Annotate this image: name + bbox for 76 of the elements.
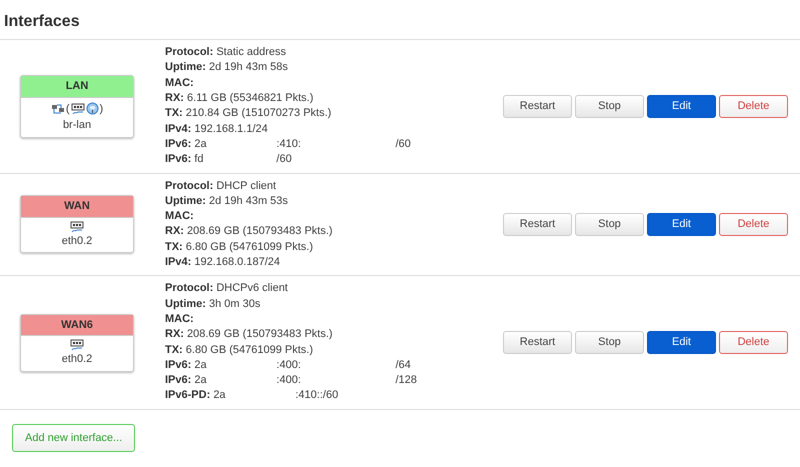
detail-value: 208.69 GB (150793483 Pkts.) — [187, 224, 333, 240]
stop-button[interactable]: Stop — [575, 331, 644, 354]
detail-value: :400: — [276, 358, 302, 373]
detail-value: 2a — [194, 373, 208, 388]
delete-button[interactable]: Delete — [719, 212, 788, 236]
detail-label: IPv6: — [165, 138, 192, 150]
detail-value: 192.168.0.187/24 — [194, 255, 280, 270]
interface-name: WAN — [21, 196, 133, 218]
detail-value: DHCPv6 client — [216, 281, 289, 296]
interface-name: WAN6 — [21, 314, 133, 336]
detail-label: Protocol: — [165, 46, 214, 58]
detail-label: IPv6: — [165, 374, 192, 386]
detail-label: IPv6: — [165, 358, 192, 371]
detail-label: RX: — [165, 225, 184, 238]
detail-value: 6.11 GB (55346821 Pkts.) — [187, 91, 314, 106]
detail-label: IPv6-PD: — [165, 389, 210, 402]
detail-label: Uptime: — [165, 298, 206, 310]
detail-value: /128 — [395, 373, 417, 388]
detail-label: TX: — [165, 344, 183, 356]
bridge-icon — [50, 102, 65, 115]
detail-label: TX: — [165, 240, 183, 253]
detail-value: 6.80 GB (54761099 Pkts.) — [186, 240, 313, 255]
detail-label: Uptime: — [165, 61, 206, 74]
detail-label: RX: — [165, 328, 184, 340]
detail-label: Uptime: — [165, 194, 206, 207]
detail-label: RX: — [165, 92, 184, 104]
edit-button[interactable]: Edit — [647, 212, 716, 236]
delete-button[interactable]: Delete — [719, 94, 788, 118]
interface-name: LAN — [21, 76, 133, 98]
detail-value: DHCP client — [216, 178, 278, 194]
detail-value: 208.69 GB (150793483 Pkts.) — [187, 327, 333, 342]
detail-label: Protocol: — [165, 180, 214, 192]
device-name: eth0.2 — [60, 352, 94, 368]
device-name: eth0.2 — [60, 234, 94, 249]
detail-label: Protocol: — [165, 282, 214, 294]
restart-button[interactable]: Restart — [503, 94, 572, 118]
stop-button[interactable]: Stop — [575, 212, 644, 236]
bracket-text: ( — [66, 102, 70, 117]
detail-value: 3h 0m 30s — [209, 296, 262, 312]
page-title: Interfaces — [3, 12, 81, 32]
detail-label: TX: — [165, 107, 183, 120]
detail-label: IPv4: — [165, 256, 192, 268]
detail-value: /60 — [276, 152, 293, 168]
restart-button[interactable]: Restart — [503, 331, 572, 354]
wireless-icon — [86, 102, 98, 116]
detail-label: MAC: — [165, 312, 194, 325]
stop-button[interactable]: Stop — [575, 94, 644, 118]
detail-label: IPv4: — [165, 122, 192, 135]
network-port-icon — [70, 220, 84, 233]
detail-value: /64 — [395, 358, 411, 373]
detail-label: MAC: — [165, 76, 194, 89]
detail-value: :410::/60 — [295, 388, 340, 404]
detail-value: /60 — [395, 136, 411, 152]
add-interface-button[interactable]: Add new interface... — [12, 424, 136, 452]
detail-value: 2a — [213, 388, 227, 404]
device-name: br-lan — [62, 118, 92, 134]
network-port-icon — [70, 102, 84, 115]
detail-value: :410: — [276, 136, 302, 152]
detail-value: 2d 19h 43m 58s — [209, 60, 288, 76]
detail-value: :400: — [276, 373, 302, 388]
detail-label: MAC: — [165, 210, 194, 222]
bracket-text: ) — [100, 102, 104, 117]
edit-button[interactable]: Edit — [647, 94, 716, 118]
detail-value: fd — [194, 152, 205, 168]
detail-value: 210.84 GB (151070273 Pkts.) — [186, 106, 332, 122]
restart-button[interactable]: Restart — [503, 212, 572, 236]
detail-value: 192.168.1.1/24 — [194, 122, 269, 137]
detail-value: 6.80 GB (54761099 Pkts.) — [186, 342, 313, 358]
detail-value: 2a — [194, 136, 208, 152]
detail-value: 2d 19h 43m 53s — [209, 194, 288, 209]
network-port-icon — [70, 339, 84, 352]
detail-value: 2a — [194, 358, 208, 373]
detail-label: IPv6: — [165, 153, 192, 166]
edit-button[interactable]: Edit — [647, 331, 716, 354]
delete-button[interactable]: Delete — [719, 331, 788, 354]
detail-value: Static address — [216, 45, 288, 60]
